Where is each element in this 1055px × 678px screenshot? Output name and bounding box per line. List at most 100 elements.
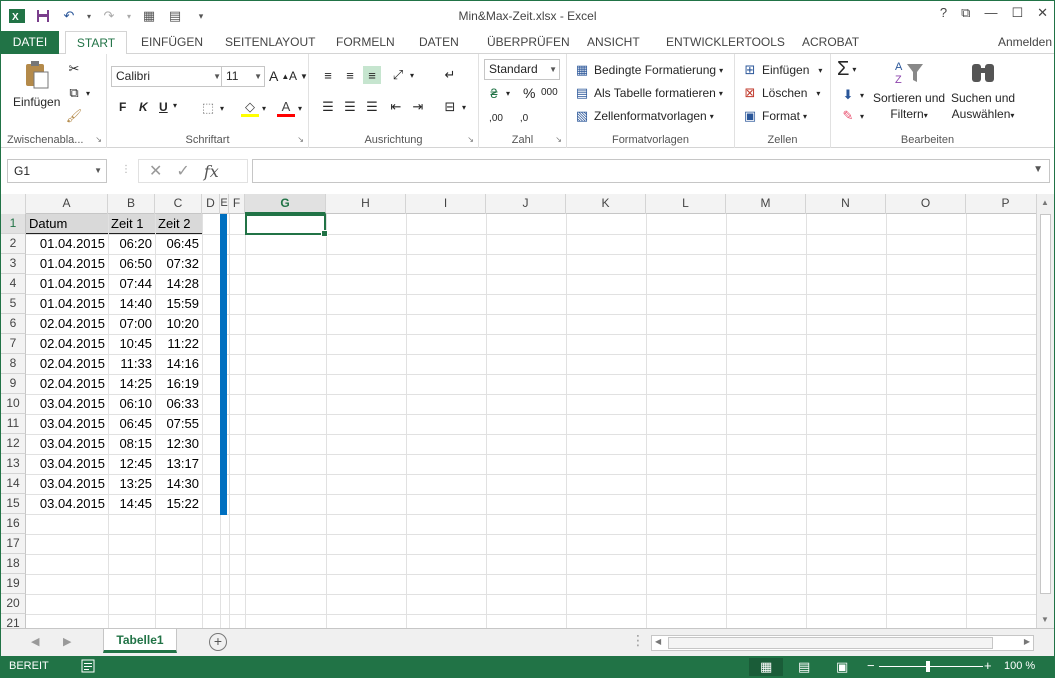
select-all-corner[interactable] (1, 194, 26, 214)
date-cell[interactable]: 01.04.2015 (26, 294, 108, 314)
orientation-icon[interactable]: ⤢ ▾ (389, 66, 414, 84)
column-header-i[interactable]: I (406, 194, 486, 214)
tab-ueberpruefen[interactable]: ÜBERPRÜFEN (481, 31, 576, 54)
insert-cells-button[interactable]: ⊞ Einfügen ▾ (741, 61, 823, 79)
format-painter-icon[interactable]: 🖌 (65, 107, 83, 125)
header-cell[interactable]: Datum (26, 214, 108, 234)
insert-function-icon[interactable]: fx (204, 162, 219, 181)
date-cell[interactable]: 01.04.2015 (26, 274, 108, 294)
fill-color-icon[interactable]: ◇ ▾ (241, 99, 266, 117)
thousands-separator-button[interactable]: 000 (541, 87, 558, 98)
row-header[interactable]: 14 (1, 474, 26, 494)
underline-button[interactable]: U (159, 100, 168, 114)
scroll-down-icon[interactable]: ▼ (1041, 615, 1049, 624)
column-header-c[interactable]: C (155, 194, 202, 214)
row-header[interactable]: 16 (1, 514, 26, 534)
wrap-text-icon[interactable]: ↵ (441, 66, 459, 84)
column-header-j[interactable]: J (486, 194, 566, 214)
column-header-a[interactable]: A (26, 194, 108, 214)
expand-formula-bar-icon[interactable]: ▼ (1033, 164, 1043, 175)
row-header[interactable]: 19 (1, 574, 26, 594)
time-cell[interactable]: 06:50 (108, 254, 155, 274)
autosum-icon[interactable]: Σ ▾ (837, 58, 856, 81)
accounting-format-icon[interactable]: ₴ ▾ (485, 84, 510, 102)
row-header[interactable]: 11 (1, 414, 26, 434)
date-cell[interactable]: 03.04.2015 (26, 434, 108, 454)
time-cell[interactable]: 07:32 (155, 254, 202, 274)
column-header-h[interactable]: H (326, 194, 406, 214)
underline-dropdown-icon[interactable]: ▾ (173, 101, 177, 110)
time-cell[interactable]: 11:33 (108, 354, 155, 374)
column-header-m[interactable]: M (726, 194, 806, 214)
date-cell[interactable]: 02.04.2015 (26, 334, 108, 354)
row-header[interactable]: 2 (1, 234, 26, 254)
add-sheet-icon[interactable]: + (209, 633, 227, 651)
column-header-l[interactable]: L (646, 194, 726, 214)
horizontal-scroll-thumb[interactable] (668, 637, 993, 649)
cell-styles-button[interactable]: ▧ Zellenformatvorlagen ▾ (573, 107, 714, 125)
clipboard-launcher-icon[interactable]: ↘ (95, 135, 102, 144)
percent-button[interactable]: % (523, 85, 535, 101)
column-header-b[interactable]: B (108, 194, 155, 214)
bold-button[interactable]: F (119, 100, 126, 114)
scroll-up-icon[interactable]: ▲ (1041, 198, 1049, 207)
align-top-icon[interactable]: ≡ (319, 66, 337, 84)
column-header-d[interactable]: D (202, 194, 220, 214)
font-name-select[interactable]: Calibri ▼ (111, 66, 224, 87)
sheet-tab-tabelle1[interactable]: Tabelle1 (103, 629, 177, 653)
decrease-indent-icon[interactable]: ⇤ (387, 98, 405, 116)
row-header[interactable]: 21 (1, 614, 26, 628)
row-header[interactable]: 3 (1, 254, 26, 274)
date-cell[interactable]: 02.04.2015 (26, 374, 108, 394)
enter-icon[interactable]: ✓ (176, 161, 189, 181)
time-cell[interactable]: 14:40 (108, 294, 155, 314)
format-cells-button[interactable]: ▣ Format ▾ (741, 107, 807, 125)
time-cell[interactable]: 12:30 (155, 434, 202, 454)
paste-button[interactable]: Einfügen (13, 60, 60, 109)
time-cell[interactable]: 10:20 (155, 314, 202, 334)
find-select-button[interactable]: Suchen und Auswählen▾ (951, 58, 1015, 121)
date-cell[interactable]: 03.04.2015 (26, 454, 108, 474)
zoom-level[interactable]: 100 % (1004, 660, 1035, 672)
column-header-p[interactable]: P (966, 194, 1046, 214)
time-cell[interactable]: 16:19 (155, 374, 202, 394)
maximize-icon[interactable]: ☐ (1011, 5, 1023, 21)
date-cell[interactable]: 03.04.2015 (26, 394, 108, 414)
row-header[interactable]: 6 (1, 314, 26, 334)
decrease-decimal-icon[interactable]: ,0 (515, 109, 533, 127)
number-format-select[interactable]: Standard ▼ (484, 59, 560, 80)
date-cell[interactable]: 01.04.2015 (26, 234, 108, 254)
tab-ansicht[interactable]: ANSICHT (581, 31, 646, 54)
tab-start[interactable]: START (65, 31, 127, 55)
header-cell[interactable]: Zeit 2 (155, 214, 202, 234)
grow-font-button[interactable]: A ▲ (269, 68, 289, 84)
scroll-left-icon[interactable]: ◀ (655, 637, 661, 646)
date-cell[interactable]: 01.04.2015 (26, 254, 108, 274)
column-header-o[interactable]: O (886, 194, 966, 214)
name-box-dropdown-icon[interactable]: ▼ (94, 160, 102, 182)
time-cell[interactable]: 07:00 (108, 314, 155, 334)
row-header[interactable]: 10 (1, 394, 26, 414)
font-launcher-icon[interactable]: ↘ (297, 135, 304, 144)
row-header[interactable]: 1 (1, 214, 26, 234)
tab-datei[interactable]: DATEI (1, 31, 59, 54)
tab-formeln[interactable]: FORMELN (330, 31, 401, 54)
column-header-g[interactable]: G (245, 194, 326, 214)
close-icon[interactable]: ✕ (1037, 5, 1048, 21)
align-middle-icon[interactable]: ≡ (341, 66, 359, 84)
cancel-icon[interactable]: ✕ (149, 161, 162, 181)
formula-input[interactable]: ▼ (252, 159, 1050, 183)
time-cell[interactable]: 06:33 (155, 394, 202, 414)
page-break-view-icon[interactable]: ▣ (836, 659, 848, 675)
sign-in-link[interactable]: Anmelden (998, 31, 1052, 53)
prev-sheet-icon[interactable]: ◀ (31, 635, 39, 648)
zoom-slider[interactable] (879, 666, 983, 667)
zoom-out-icon[interactable]: − (867, 658, 875, 673)
merge-center-icon[interactable]: ⊟ ▾ (441, 98, 466, 116)
active-cell-g1[interactable] (245, 214, 328, 237)
shrink-font-button[interactable]: A ▼ (289, 69, 308, 83)
column-header-k[interactable]: K (566, 194, 646, 214)
row-header[interactable]: 4 (1, 274, 26, 294)
row-header[interactable]: 13 (1, 454, 26, 474)
header-cell[interactable]: Zeit 1 (108, 214, 155, 234)
